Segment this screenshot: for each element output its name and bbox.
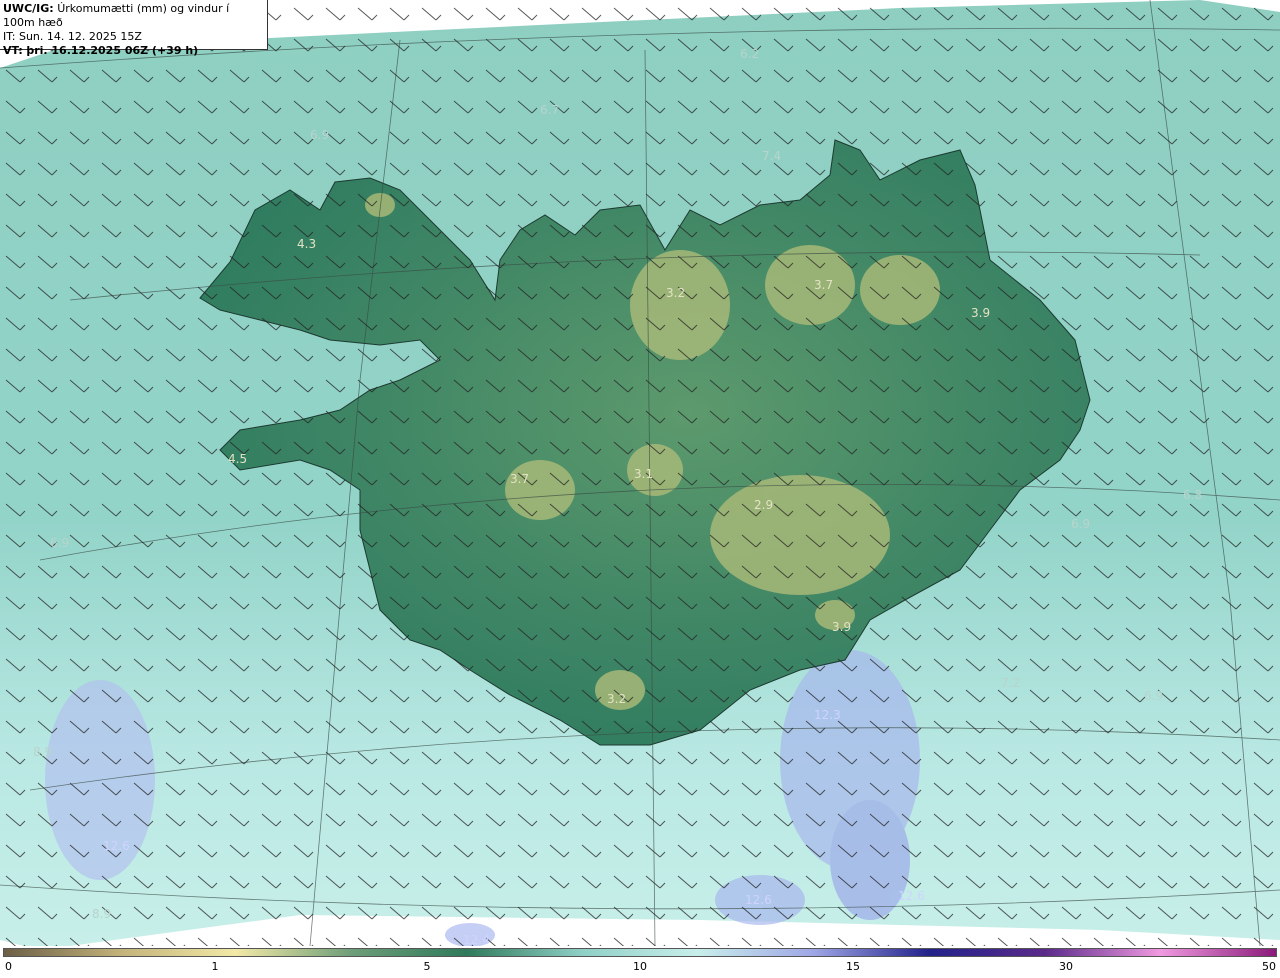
valid-time-line: VT: þri. 16.12.2025 06Z (+39 h) [3, 44, 264, 58]
value-label: 6.9 [50, 536, 69, 550]
init-time: IT: Sun. 14. 12. 2025 15Z [3, 30, 142, 43]
value-label: 6.9 [1144, 689, 1163, 703]
value-label: 2.9 [754, 498, 773, 512]
colorbar-tick: 10 [633, 960, 647, 973]
valid-time: þri. 16.12.2025 06Z (+39 h) [26, 44, 199, 57]
value-label: 3.7 [510, 472, 529, 486]
value-label: 6.9 [310, 128, 329, 142]
value-label: 3.7 [814, 278, 833, 292]
value-label: 7.4 [762, 149, 781, 163]
map-canvas: 6.2 7.4 6.7 6.9 4.3 3.2 3.7 3.9 4.5 3.7 … [0, 0, 1280, 946]
colorbar-tick: 15 [846, 960, 860, 973]
value-label: 3.9 [971, 306, 990, 320]
value-label: 6.8 [1183, 488, 1202, 502]
value-label: 12.6 [745, 893, 772, 907]
value-label: 3.2 [666, 286, 685, 300]
value-label: 6.2 [740, 47, 759, 61]
value-label: 3.2 [607, 692, 626, 706]
value-label: 3.9 [832, 620, 851, 634]
valid-time-label: VT: [3, 44, 23, 57]
colorbar-tick: 1 [211, 960, 219, 973]
value-label: 12.4 [463, 933, 490, 946]
forecast-info-box: UWC/IG: Úrkomumætti (mm) og vindur í 100… [0, 0, 268, 57]
model-name: UWC/IG: [3, 2, 54, 15]
colorbar-strip [3, 948, 1277, 957]
model-title-line: UWC/IG: Úrkomumætti (mm) og vindur í 100… [3, 2, 264, 30]
colorbar-tick: 30 [1059, 960, 1073, 973]
value-label: 12.6 [103, 839, 130, 853]
value-label: 6.7 [540, 103, 559, 117]
value-label: 8.9 [33, 745, 52, 759]
value-label: 12.3 [814, 708, 841, 722]
value-label: 7.2 [1001, 676, 1020, 690]
forecast-map[interactable]: 6.2 7.4 6.7 6.9 4.3 3.2 3.7 3.9 4.5 3.7 … [0, 0, 1280, 946]
colorbar-tick: 50 [1262, 960, 1276, 973]
value-label: 12.6 [898, 889, 925, 903]
colorbar: 0 1 5 10 15 30 50 [0, 946, 1280, 978]
colorbar-tick: 0 [5, 960, 12, 973]
value-label: 3.1 [634, 467, 653, 481]
value-label: 8.9 [92, 907, 111, 921]
colorbar-tick: 5 [423, 960, 431, 973]
value-label: 6.9 [1071, 517, 1090, 531]
value-label: 4.3 [297, 237, 316, 251]
value-label: 4.5 [228, 452, 247, 466]
